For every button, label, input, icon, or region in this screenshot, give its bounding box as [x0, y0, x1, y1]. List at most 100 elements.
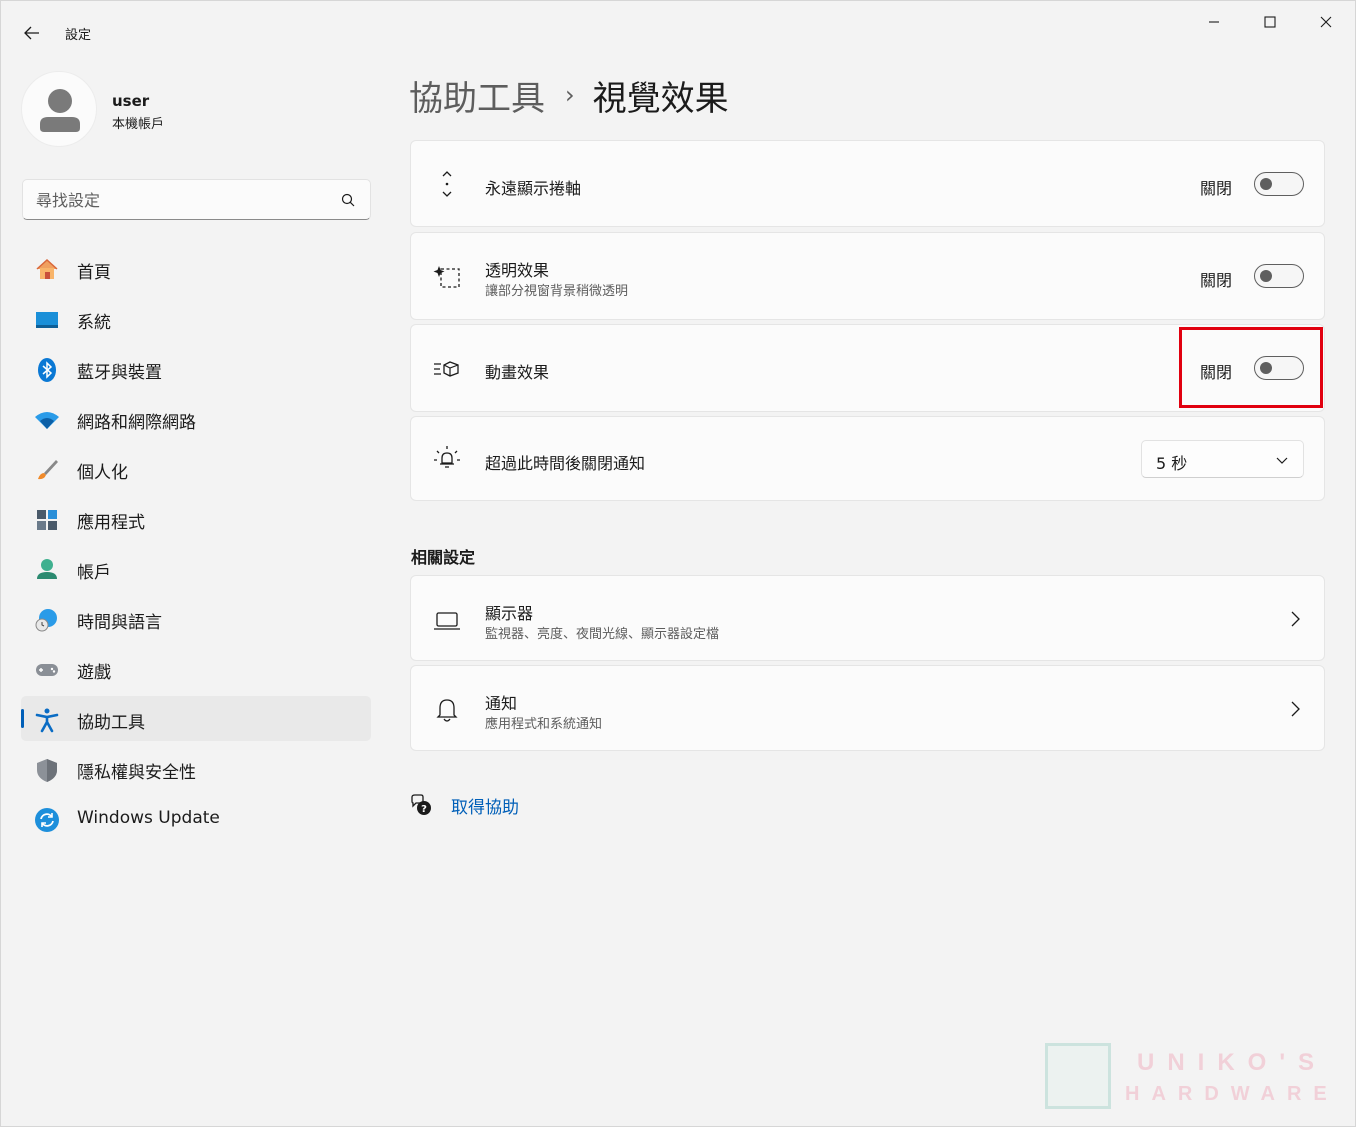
toggle-knob	[1260, 270, 1272, 282]
person-icon	[40, 89, 80, 132]
close-button[interactable]	[1303, 7, 1349, 37]
setting-subtitle: 應用程式和系統通知	[485, 717, 603, 732]
selection-indicator	[21, 709, 24, 728]
update-icon	[35, 808, 59, 832]
get-help-label: 取得協助	[451, 797, 519, 818]
home-icon	[36, 258, 58, 279]
sidebar-item-bluetooth[interactable]: 藍牙與裝置	[21, 346, 371, 391]
scrollbar-icon	[442, 171, 452, 197]
gamepad-icon	[36, 664, 58, 676]
sidebar-item-windows-update[interactable]: Windows Update	[21, 796, 371, 841]
setting-notification-timeout: 超過此時間後關閉通知 5 秒	[410, 416, 1325, 501]
sidebar-item-label: 帳戶	[77, 563, 111, 583]
watermark-logo: UNIKO'S HARDWARE	[1045, 1043, 1327, 1111]
breadcrumb-parent[interactable]: 協助工具	[409, 71, 545, 120]
laptop-icon	[434, 612, 460, 630]
user-profile[interactable]: user 本機帳戶	[21, 71, 371, 151]
wifi-icon	[35, 412, 59, 429]
settings-window: 設定 user 本機帳戶 尋找設定 首頁 系統 藍牙與裝置 網路和網際網路 個人…	[0, 0, 1356, 1127]
toggle-state-label: 關閉	[1199, 179, 1232, 198]
setting-scrollbars: 永遠顯示捲軸 關閉	[410, 140, 1325, 227]
minimize-icon	[1209, 21, 1219, 23]
notification-timeout-dropdown[interactable]: 5 秒	[1141, 440, 1304, 478]
sidebar-item-home[interactable]: 首頁	[21, 246, 371, 291]
sidebar-item-label: 應用程式	[77, 513, 145, 533]
related-notifications[interactable]: 通知 應用程式和系統通知	[410, 665, 1325, 751]
sidebar-item-accounts[interactable]: 帳戶	[21, 546, 371, 591]
scrollbars-toggle[interactable]	[1254, 172, 1304, 196]
sidebar-item-label: Windows Update	[77, 808, 220, 828]
account-icon	[37, 559, 57, 579]
accessibility-icon	[35, 708, 59, 733]
globe-clock-icon	[35, 609, 57, 632]
transparency-icon	[433, 266, 460, 288]
brush-icon	[38, 460, 58, 480]
sidebar-item-time-language[interactable]: 時間與語言	[21, 596, 371, 641]
page-title: 視覺效果	[592, 78, 729, 119]
search-input[interactable]	[36, 189, 336, 211]
sidebar-item-label: 首頁	[77, 263, 111, 283]
sidebar-item-personalization[interactable]: 個人化	[21, 446, 371, 491]
chevron-down-icon	[1276, 457, 1288, 464]
shield-icon	[37, 759, 57, 782]
title-bar: 設定	[1, 1, 1355, 63]
sidebar-item-label: 網路和網際網路	[77, 413, 196, 433]
sidebar-item-gaming[interactable]: 遊戲	[21, 646, 371, 691]
setting-title: 超過此時間後關閉通知	[485, 454, 646, 473]
setting-title: 動畫效果	[485, 363, 550, 382]
notification-timeout-icon	[434, 446, 460, 468]
bell-icon	[436, 699, 458, 722]
highlight-annotation-box	[1179, 327, 1323, 408]
account-type: 本機帳戶	[112, 117, 165, 132]
sidebar-item-privacy[interactable]: 隱私權與安全性	[21, 746, 371, 791]
sidebar-item-label: 遊戲	[77, 663, 111, 683]
sidebar-item-label: 隱私權與安全性	[77, 763, 196, 783]
sidebar-item-label: 時間與語言	[77, 613, 162, 633]
sidebar-item-label: 協助工具	[77, 713, 145, 733]
toggle-knob	[1260, 178, 1272, 190]
maximize-icon	[1264, 16, 1276, 28]
system-icon	[36, 312, 58, 328]
sidebar-nav: 首頁 系統 藍牙與裝置 網路和網際網路 個人化 應用程式 帳戶 時間與語言 遊戲…	[21, 246, 371, 846]
setting-title: 永遠顯示捲軸	[485, 179, 582, 198]
bluetooth-icon	[38, 358, 56, 382]
sidebar-item-accessibility[interactable]: 協助工具	[21, 696, 371, 741]
setting-transparency: 透明效果 讓部分視窗背景稍微透明 關閉	[410, 232, 1325, 320]
setting-title: 顯示器	[485, 604, 534, 623]
related-display[interactable]: 顯示器 監視器、亮度、夜間光線、顯示器設定檔	[410, 575, 1325, 661]
search-icon[interactable]	[340, 192, 356, 208]
setting-title: 透明效果	[485, 261, 550, 280]
user-name: user	[112, 92, 150, 110]
close-icon	[1320, 16, 1332, 28]
breadcrumb-separator: ›	[565, 81, 575, 109]
setting-subtitle: 讓部分視窗背景稍微透明	[485, 284, 629, 299]
watermark-line1: UNIKO'S	[1137, 1049, 1328, 1076]
help-chat-icon: ?	[411, 794, 431, 815]
app-title: 設定	[65, 28, 92, 43]
svg-text:?: ?	[421, 804, 427, 815]
related-settings-heading: 相關設定	[411, 548, 476, 567]
get-help-link[interactable]: ? 取得協助	[409, 791, 519, 819]
watermark-box	[1045, 1043, 1111, 1109]
breadcrumb: 協助工具 › 視覺效果	[409, 71, 729, 120]
sidebar-item-label: 系統	[77, 313, 111, 333]
transparency-toggle[interactable]	[1254, 264, 1304, 288]
setting-subtitle: 監視器、亮度、夜間光線、顯示器設定檔	[485, 627, 720, 642]
sidebar-item-system[interactable]: 系統	[21, 296, 371, 341]
sidebar-item-apps[interactable]: 應用程式	[21, 496, 371, 541]
avatar	[21, 71, 97, 147]
sidebar-item-network[interactable]: 網路和網際網路	[21, 396, 371, 441]
watermark-line2: HARDWARE	[1125, 1083, 1339, 1105]
sidebar-item-label: 藍牙與裝置	[77, 363, 162, 383]
setting-title: 通知	[485, 694, 518, 713]
minimize-button[interactable]	[1191, 7, 1237, 37]
chevron-right-icon	[1291, 611, 1300, 627]
search-box	[22, 179, 371, 220]
back-button[interactable]	[15, 19, 49, 47]
toggle-state-label: 關閉	[1199, 271, 1232, 290]
back-arrow-icon	[24, 26, 39, 40]
chevron-right-icon	[1291, 701, 1300, 717]
animation-icon	[434, 361, 459, 377]
maximize-button[interactable]	[1247, 7, 1293, 37]
dropdown-value: 5 秒	[1156, 454, 1188, 473]
